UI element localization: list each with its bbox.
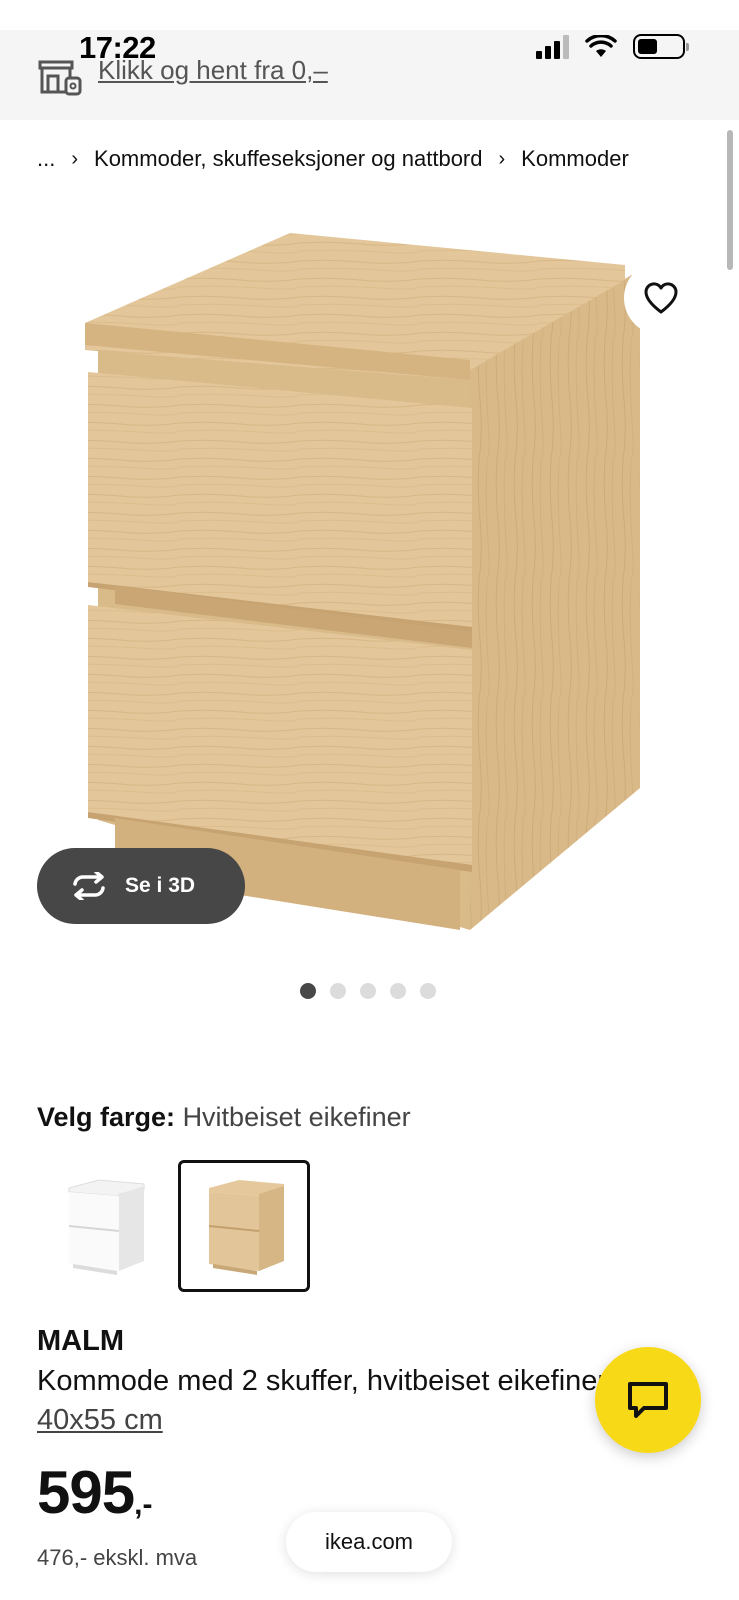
carousel-dot[interactable]	[420, 983, 436, 999]
product-price: 595 ,-	[37, 1463, 152, 1523]
rotate-3d-icon	[73, 872, 105, 900]
breadcrumb: ... › Kommoder, skuffeseksjoner og nattb…	[37, 146, 629, 172]
breadcrumb-item-category[interactable]: Kommoder, skuffeseksjoner og nattbord	[94, 146, 482, 172]
carousel-dot[interactable]	[390, 983, 406, 999]
price-ex-vat: 476,- ekskl. mva	[37, 1545, 198, 1570]
store-icon	[38, 60, 82, 96]
product-name: MALM	[37, 1325, 124, 1357]
favorite-button[interactable]	[624, 261, 698, 335]
status-icons	[536, 34, 689, 59]
color-label: Velg farge: Hvitbeiset eikefiner	[37, 1102, 411, 1133]
chat-button[interactable]	[595, 1347, 701, 1453]
product-description: Kommode med 2 skuffer, hvitbeiset eikefi…	[37, 1365, 614, 1397]
color-selected-value: Hvitbeiset eikefiner	[182, 1102, 411, 1132]
white-chest-thumbnail	[68, 1179, 145, 1275]
price-number: 595	[37, 1459, 135, 1526]
oak-chest-thumbnail	[208, 1180, 284, 1275]
chevron-right-icon: ›	[498, 147, 506, 170]
chevron-right-icon: ›	[71, 147, 79, 170]
view-3d-button[interactable]: Se i 3D	[37, 848, 245, 924]
view-3d-label: Se i 3D	[125, 874, 196, 897]
product-size-link[interactable]: 40x55 cm	[37, 1404, 163, 1437]
product-image[interactable]	[60, 220, 660, 950]
scrollbar[interactable]	[727, 130, 733, 270]
carousel-dot[interactable]	[330, 983, 346, 999]
carousel-dot[interactable]	[360, 983, 376, 999]
carousel-dot[interactable]	[300, 983, 316, 999]
battery-icon	[633, 34, 689, 59]
color-label-title: Velg farge:	[37, 1102, 176, 1132]
carousel-dots	[300, 983, 436, 999]
wifi-icon	[585, 34, 617, 57]
color-swatch-oak[interactable]	[178, 1160, 310, 1292]
browser-url-pill[interactable]: ikea.com	[286, 1512, 452, 1572]
color-swatch-white[interactable]	[38, 1160, 170, 1292]
cellular-signal-icon	[536, 34, 569, 59]
breadcrumb-ellipsis[interactable]: ...	[37, 146, 55, 172]
breadcrumb-item-current[interactable]: Kommoder	[521, 146, 629, 172]
status-time: 17:22	[79, 30, 156, 65]
chat-bubble-icon	[628, 1382, 668, 1418]
heart-icon	[644, 282, 678, 314]
price-suffix: ,-	[134, 1488, 153, 1521]
